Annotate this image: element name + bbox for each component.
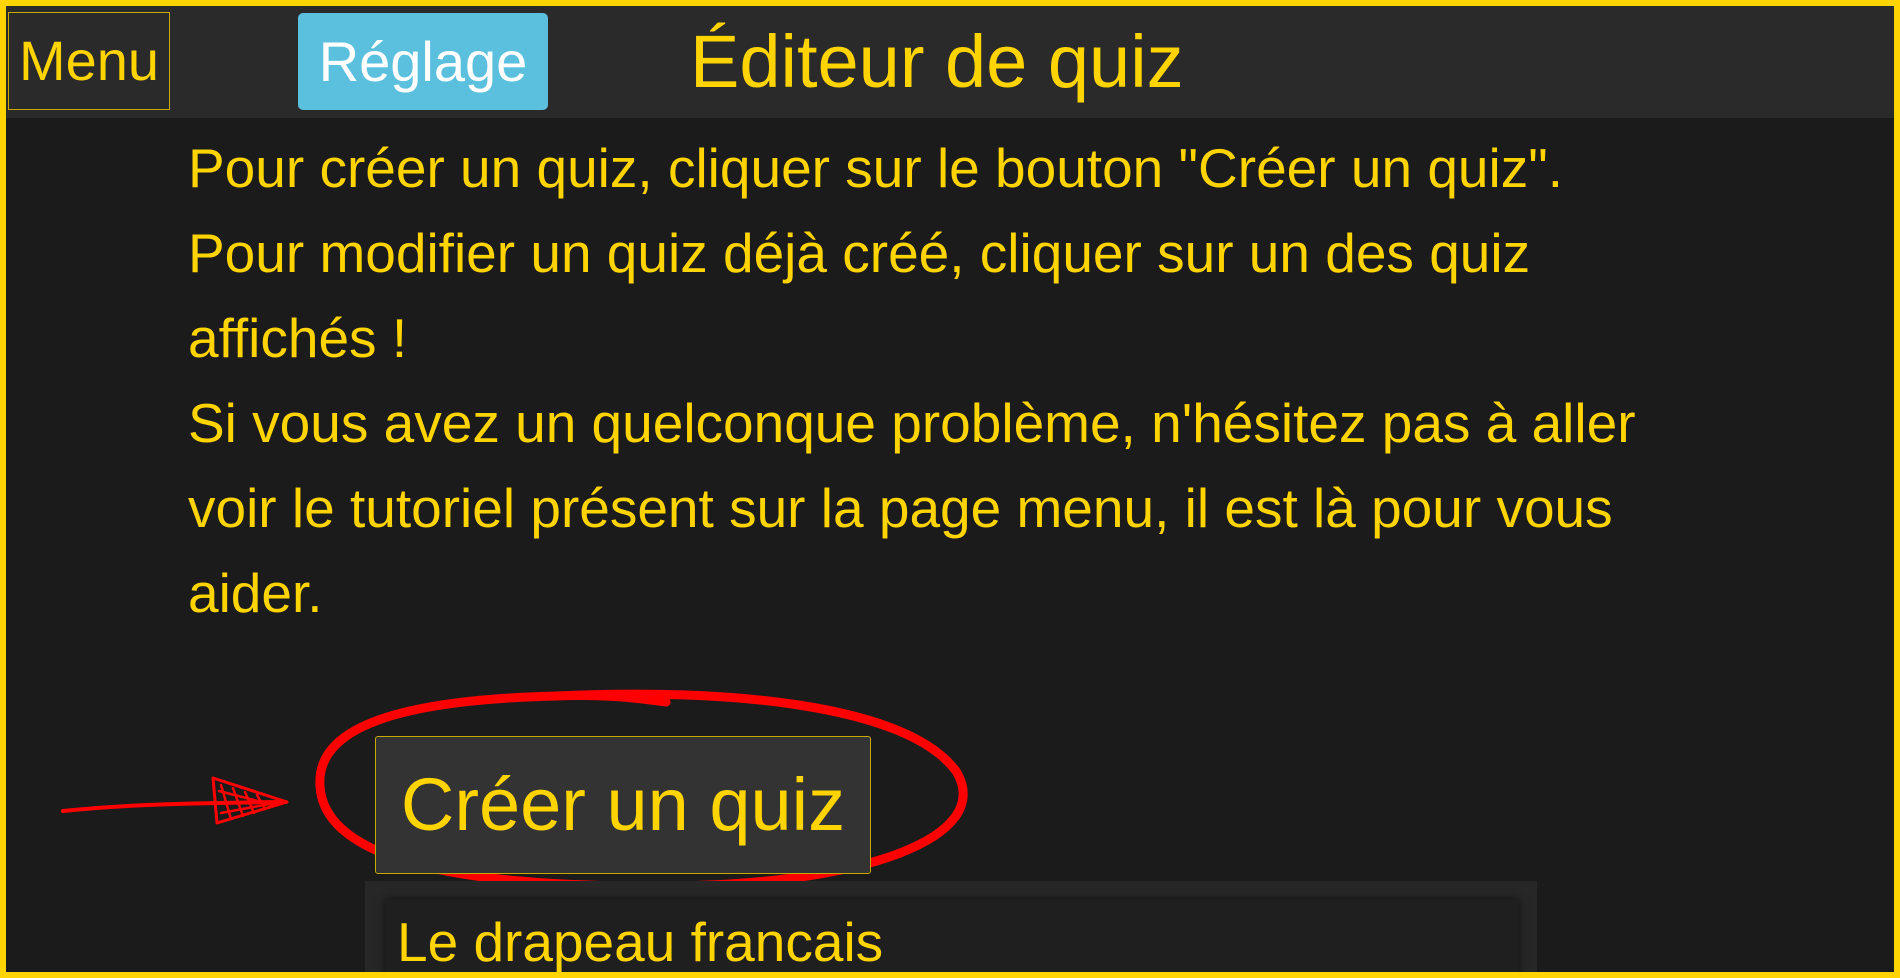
create-quiz-button[interactable]: Créer un quiz	[375, 736, 871, 874]
quiz-list: Le drapeau francais	[365, 881, 1537, 972]
instruction-help: Si vous avez un quelconque problème, n'h…	[188, 392, 1636, 624]
instruction-modify: Pour modifier un quiz déjà créé, cliquer…	[188, 222, 1531, 369]
hand-drawn-arrow-icon	[61, 776, 289, 825]
quiz-list-item[interactable]: Le drapeau francais	[385, 899, 1519, 972]
menu-button[interactable]: Menu	[8, 12, 170, 110]
top-bar: Menu Réglage Éditeur de quiz	[6, 6, 1894, 118]
settings-button[interactable]: Réglage	[298, 13, 548, 110]
page-title: Éditeur de quiz	[690, 20, 1184, 103]
instruction-create: Pour créer un quiz, cliquer sur le bouto…	[188, 137, 1564, 199]
instructions-text: Pour créer un quiz, cliquer sur le bouto…	[188, 126, 1728, 636]
app-frame: Menu Réglage Éditeur de quiz Pour créer …	[0, 0, 1900, 978]
